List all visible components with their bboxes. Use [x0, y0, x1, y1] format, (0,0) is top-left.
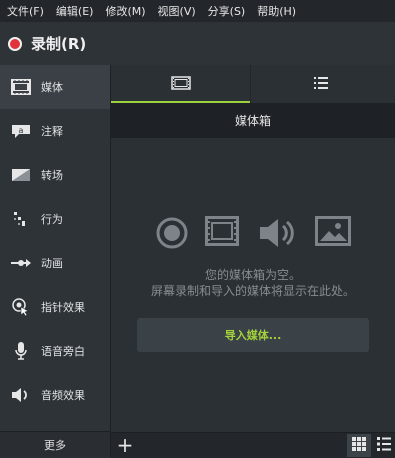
sidebar-item-label: 动画: [41, 257, 63, 270]
callout-icon: a: [10, 121, 32, 141]
behaviors-icon: [10, 209, 32, 229]
record-label: 录制(R): [31, 35, 87, 53]
sidebar-item-label: 转场: [41, 169, 63, 182]
sidebar-item-behaviors[interactable]: 行为: [0, 197, 110, 241]
menu-share[interactable]: 分享(S): [208, 3, 246, 19]
record-bar: 录制(R): [0, 22, 395, 66]
menu-file[interactable]: 文件(F): [7, 3, 44, 19]
record-icon: [8, 36, 22, 51]
media-type-icons: [155, 216, 355, 250]
bin-bottom-bar: +: [111, 432, 395, 458]
media-bin-title: 媒体箱: [111, 103, 395, 138]
transition-icon: [10, 165, 32, 185]
tab-library-list[interactable]: [251, 65, 390, 103]
bin-tabs: [111, 65, 395, 103]
sidebar-item-label: 指针效果: [41, 301, 85, 314]
list-view-button[interactable]: [373, 434, 395, 457]
animation-icon: [10, 253, 32, 273]
menu-modify[interactable]: 修改(M): [105, 3, 145, 19]
sidebar-item-cursor-effects[interactable]: 指针效果: [0, 285, 110, 329]
grid-view-icon: [352, 436, 366, 455]
film-icon: [170, 75, 191, 94]
list-view-icon: [377, 436, 391, 455]
speaker-icon: [10, 385, 32, 405]
sidebar-item-media[interactable]: 媒体: [0, 65, 110, 109]
microphone-icon: [10, 341, 32, 361]
sidebar-item-transitions[interactable]: 转场: [0, 153, 110, 197]
record-button[interactable]: 录制(R): [0, 22, 86, 65]
cursor-effects-icon: [10, 297, 32, 317]
empty-bin-message: 您的媒体箱为空。: [204, 268, 301, 282]
add-icon[interactable]: +: [115, 433, 135, 458]
film-icon: [205, 216, 239, 250]
menu-bar: 文件(F) 编辑(E) 修改(M) 视图(V) 分享(S) 帮助(H): [0, 0, 395, 22]
sidebar-item-label: 媒体: [41, 81, 63, 94]
svg-text:a: a: [19, 126, 24, 135]
sidebar-item-annotations[interactable]: a 注释: [0, 109, 110, 153]
menu-edit[interactable]: 编辑(E): [56, 3, 94, 19]
more-button[interactable]: 更多: [0, 431, 110, 457]
menu-help[interactable]: 帮助(H): [257, 3, 296, 19]
image-icon: [315, 216, 351, 250]
sidebar-item-label: 音频效果: [41, 389, 85, 402]
tab-media-thumbnails[interactable]: [111, 65, 250, 103]
sidebar-item-audio-effects[interactable]: 音频效果: [0, 373, 110, 417]
import-media-button[interactable]: 导入媒体...: [137, 318, 369, 352]
sidebar-item-voice-narration[interactable]: 语音旁白: [0, 329, 110, 373]
media-bin-area: 您的媒体箱为空。 屏幕录制和导入的媒体将显示在此处。 导入媒体...: [111, 138, 395, 432]
film-icon: [10, 77, 32, 97]
sidebar: 媒体 a 注释 转场 行为 动画 指针效果 语音旁白 音频效果 更多: [0, 65, 111, 457]
sidebar-item-label: 行为: [41, 213, 63, 226]
audio-icon: [258, 216, 296, 254]
sidebar-item-label: 注释: [41, 125, 63, 138]
empty-bin-hint: 屏幕录制和导入的媒体将显示在此处。: [150, 284, 355, 298]
sidebar-item-animations[interactable]: 动画: [0, 241, 110, 285]
grid-view-button[interactable]: [347, 434, 371, 457]
list-icon: [313, 75, 329, 94]
sidebar-item-label: 语音旁白: [41, 345, 85, 358]
record-icon: [155, 216, 189, 254]
menu-view[interactable]: 视图(V): [158, 3, 196, 19]
